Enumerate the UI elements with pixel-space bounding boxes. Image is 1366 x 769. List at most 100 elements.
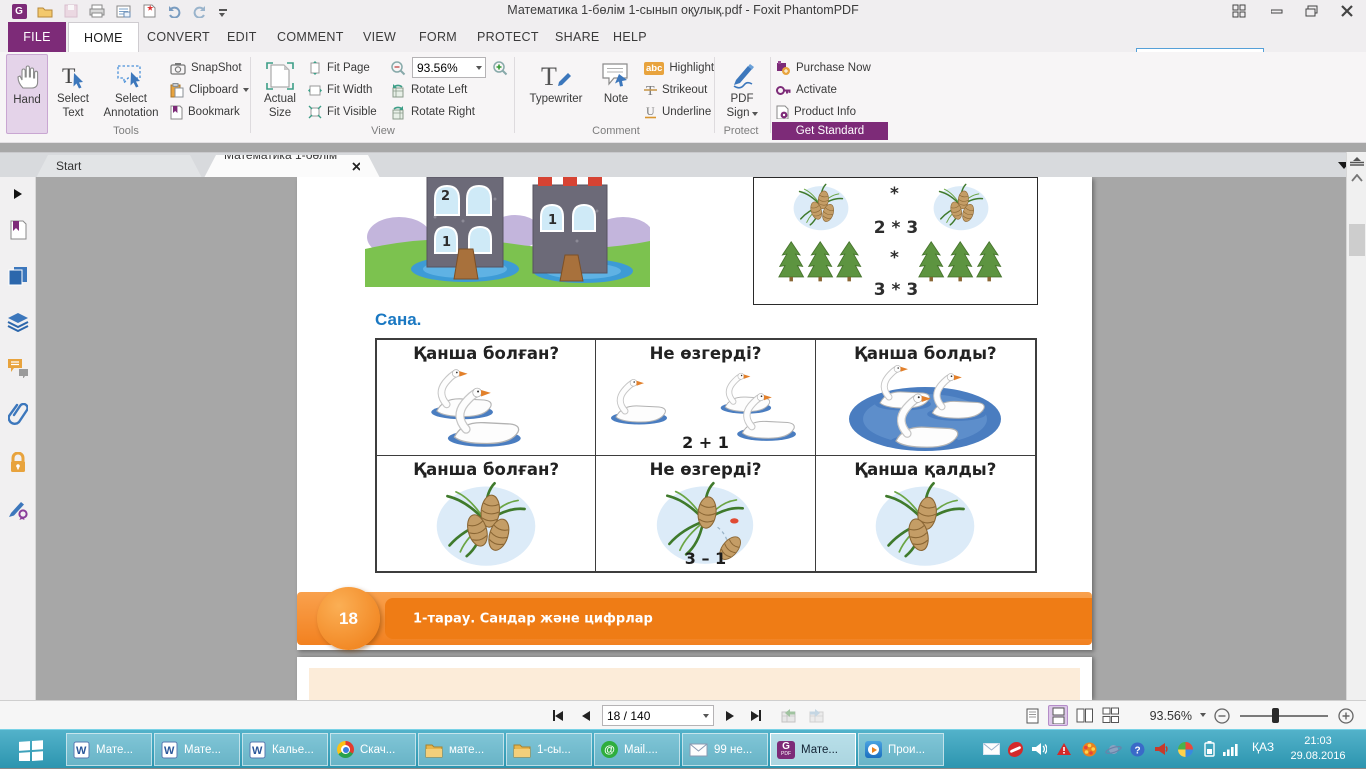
zoom-in-circle-icon[interactable] (1338, 708, 1354, 724)
attachments-panel-icon[interactable] (7, 403, 29, 425)
last-page-button[interactable] (746, 707, 766, 724)
page-number-circle: 18 (317, 587, 380, 650)
start-button[interactable] (0, 730, 62, 769)
zoom-slider-track[interactable] (1240, 715, 1328, 717)
addition-formula: 2 + 1 (596, 433, 814, 452)
digital-signature-panel-icon[interactable] (7, 499, 29, 521)
facing-view-button[interactable] (1074, 705, 1094, 726)
tray-warning-icon[interactable] (1055, 740, 1073, 758)
taskbar-app-folder-2[interactable]: 1-сы... (506, 733, 592, 766)
zoom-in-button[interactable] (492, 58, 509, 78)
continuous-facing-view-button[interactable] (1100, 705, 1120, 726)
continuous-view-button[interactable] (1048, 705, 1068, 726)
zoom-slider-handle[interactable] (1272, 708, 1279, 723)
tray-volume-icon[interactable] (1030, 740, 1048, 758)
page-number-combo[interactable] (602, 705, 714, 726)
snapshot-button[interactable]: SnapShot (170, 58, 242, 78)
tray-pinwheel-icon[interactable] (1176, 740, 1194, 758)
tab-help[interactable]: HELP (598, 22, 662, 52)
taskbar-app-mail-99[interactable]: 99 не... (682, 733, 768, 766)
vertical-scrollbar[interactable] (1346, 152, 1366, 700)
fit-visible-button[interactable]: Fit Visible (308, 102, 377, 122)
select-text-button[interactable]: T Select Text (50, 54, 96, 134)
tab-view[interactable]: VIEW (348, 22, 411, 52)
taskbar-app-word-1[interactable]: W Мате... (66, 733, 152, 766)
zoom-combo-caret-icon[interactable] (476, 66, 482, 70)
bookmark-button[interactable]: Bookmark (170, 102, 240, 122)
doc-tab-close-icon[interactable] (352, 162, 360, 171)
rotate-right-button[interactable]: Rotate Right (390, 102, 475, 122)
tray-planet-icon[interactable] (1104, 740, 1122, 758)
app-grid-icon[interactable] (1224, 0, 1254, 22)
strikeout-button[interactable]: T Strikeout (644, 80, 707, 100)
previous-view-button[interactable] (778, 707, 798, 724)
status-zoom-caret-icon[interactable] (1200, 713, 1206, 717)
tray-flower-icon[interactable] (1080, 740, 1098, 758)
tray-mail-icon[interactable] (982, 740, 1000, 758)
page-number-input[interactable] (603, 709, 703, 723)
taskbar-app-word-2[interactable]: W Мате... (154, 733, 240, 766)
pdf-sign-caret-icon (752, 112, 758, 116)
security-panel-icon[interactable] (7, 451, 29, 473)
taskbar-app-folder-1[interactable]: мате... (418, 733, 504, 766)
zoom-value-input[interactable] (413, 61, 476, 75)
underline-button[interactable]: U Underline (644, 102, 711, 122)
tray-antivirus-icon[interactable] (1006, 740, 1024, 758)
product-info-button[interactable]: Product Info (776, 102, 856, 122)
taskbar-app-mailru-agent[interactable]: @ Mail.... (594, 733, 680, 766)
clipboard-button[interactable]: Clipboard (170, 80, 249, 100)
doc-tab-document[interactable]: Математика 1-бөлім ... (204, 155, 380, 178)
split-view-handle-icon[interactable] (1350, 157, 1364, 169)
tray-battery-icon[interactable] (1200, 740, 1218, 758)
close-button[interactable] (1332, 0, 1362, 22)
taskbar-clock[interactable]: 21:03 29.08.2016 (1278, 734, 1358, 764)
pdf-sign-button[interactable]: PDF Sign (718, 54, 766, 134)
restore-button[interactable] (1296, 0, 1326, 22)
pages-panel-icon[interactable] (7, 265, 29, 287)
tab-file[interactable]: FILE (8, 22, 66, 52)
expand-panel-icon[interactable] (7, 183, 29, 205)
fit-width-button[interactable]: Fit Width (308, 80, 372, 100)
doc-tab-start[interactable]: Start (36, 155, 202, 178)
note-button[interactable]: Note (594, 54, 638, 134)
fit-page-button[interactable]: Fit Page (308, 58, 370, 78)
layers-panel-icon[interactable] (7, 311, 29, 333)
tray-helper-icon[interactable]: ? (1128, 740, 1146, 758)
taskbar-app-foxit[interactable]: GPDF Мате... (770, 733, 856, 766)
page-combo-caret-icon[interactable] (703, 714, 709, 718)
rotate-left-button[interactable]: Rotate Left (390, 80, 467, 100)
group-separator (770, 57, 771, 133)
activate-button[interactable]: Activate (776, 80, 837, 100)
purchase-now-button[interactable]: Purchase Now (776, 58, 871, 78)
page-footer-band: 1-тарау. Сандар және цифрлар 18 (297, 592, 1092, 645)
language-indicator[interactable]: ҚАЗ (1252, 740, 1274, 754)
zoom-out-button[interactable] (390, 58, 407, 78)
hand-tool-button[interactable]: Hand (6, 54, 48, 134)
pdf-page-19-partial (297, 657, 1092, 700)
tray-horn-icon[interactable] (1152, 740, 1170, 758)
minimize-button[interactable] (1262, 0, 1292, 22)
zoom-out-circle-icon[interactable] (1214, 708, 1230, 724)
status-zoom-percent: 93.56% (1136, 709, 1192, 723)
scrollbar-thumb[interactable] (1349, 224, 1365, 256)
first-page-button[interactable] (548, 707, 568, 724)
comments-panel-icon[interactable] (7, 357, 29, 379)
taskbar-app-word-3[interactable]: W Калье... (242, 733, 328, 766)
taskbar-app-chrome[interactable]: Скач... (330, 733, 416, 766)
tray-network-signal-icon[interactable] (1221, 740, 1239, 758)
next-view-button[interactable] (806, 707, 826, 724)
scroll-up-icon[interactable] (1351, 174, 1363, 182)
tab-comment[interactable]: COMMENT (262, 22, 359, 52)
taskbar-app-media-player[interactable]: Прои... (858, 733, 944, 766)
tab-home[interactable]: HOME (68, 22, 139, 52)
zoom-combo[interactable] (412, 57, 486, 78)
previous-page-button[interactable] (576, 707, 596, 724)
typewriter-button[interactable]: T Typewriter (520, 54, 592, 134)
select-annotation-button[interactable]: Select Annotation (98, 54, 164, 134)
actual-size-button[interactable]: Actual Size (256, 54, 304, 134)
highlight-button[interactable]: abc Highlight (644, 58, 714, 78)
single-page-view-button[interactable] (1022, 705, 1042, 726)
document-canvas[interactable]: 2 1 1 * 2 * 3 * 3 * 3 Сана. (36, 177, 1346, 700)
bookmarks-panel-icon[interactable] (7, 219, 29, 241)
next-page-button[interactable] (720, 707, 740, 724)
